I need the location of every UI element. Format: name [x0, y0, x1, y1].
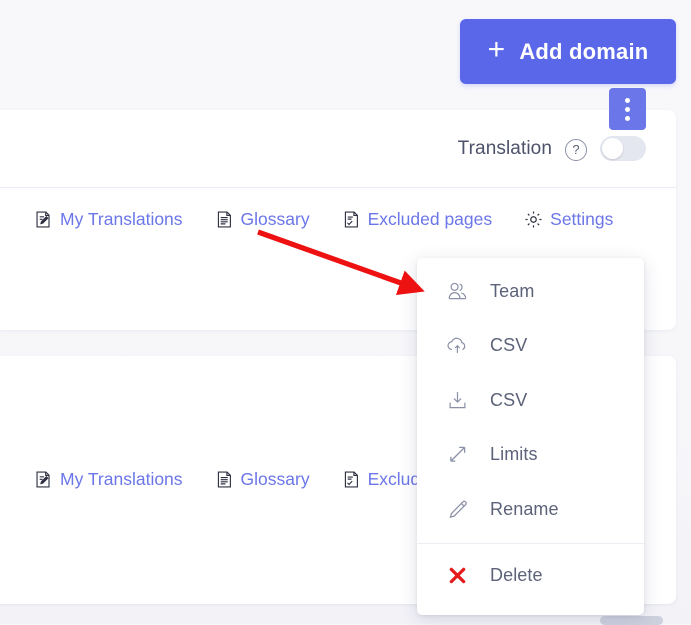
- menu-item-team[interactable]: Team: [417, 264, 644, 319]
- add-domain-button[interactable]: + Add domain: [460, 19, 676, 84]
- tab-glossary[interactable]: Glossary: [215, 209, 310, 230]
- translation-toggle[interactable]: [600, 136, 646, 161]
- context-dropdown-menu: Team CSV CSV Limits Rename Delete: [417, 258, 644, 615]
- dot-icon: [625, 97, 630, 103]
- document-lines-icon: [215, 210, 234, 229]
- tab-label: My Translations: [60, 208, 183, 229]
- menu-item-label: CSV: [490, 335, 528, 356]
- tab-label: Glossary: [240, 468, 310, 489]
- tab-my-translations[interactable]: My Translations: [34, 209, 183, 230]
- tab-my-translations[interactable]: My Translations: [34, 469, 183, 490]
- translation-row: Translation ?: [0, 110, 676, 188]
- tab-label: Settings: [550, 208, 614, 229]
- menu-item-delete[interactable]: Delete: [417, 549, 644, 604]
- tab-label: Glossary: [240, 208, 310, 229]
- tab-label: Excluded pages: [367, 208, 493, 229]
- more-options-button[interactable]: [609, 88, 646, 130]
- cloud-upload-icon: [444, 333, 470, 359]
- menu-item-label: Delete: [490, 565, 543, 586]
- people-icon: [444, 278, 470, 304]
- add-domain-label: Add domain: [519, 38, 649, 64]
- gear-icon: [524, 210, 543, 229]
- document-lines-icon: [215, 470, 234, 489]
- menu-item-limits[interactable]: Limits: [417, 428, 644, 483]
- menu-item-label: Rename: [490, 498, 559, 519]
- menu-item-export-csv[interactable]: CSV: [417, 373, 644, 428]
- menu-divider: [417, 542, 644, 544]
- help-icon[interactable]: ?: [565, 138, 587, 161]
- download-box-icon: [444, 387, 470, 413]
- document-pencil-icon: [34, 470, 53, 489]
- top-bar: + Add domain: [0, 0, 691, 110]
- page-root: + Add domain Translation ? My Translatio…: [0, 0, 691, 625]
- document-check-icon: [342, 470, 361, 489]
- pencil-icon: [444, 496, 470, 522]
- menu-item-label: CSV: [490, 389, 528, 410]
- dot-icon: [625, 115, 630, 121]
- menu-item-label: Team: [490, 280, 535, 301]
- tab-settings[interactable]: Settings: [524, 209, 613, 230]
- plus-icon: +: [487, 32, 506, 66]
- tabs-row-primary: My Translations Glossary Excluded pages …: [0, 188, 676, 250]
- dot-icon: [625, 106, 630, 112]
- menu-item-import-csv[interactable]: CSV: [417, 319, 644, 374]
- x-close-icon: [444, 563, 470, 589]
- menu-item-label: Limits: [490, 444, 538, 465]
- tab-glossary[interactable]: Glossary: [215, 469, 310, 490]
- document-pencil-icon: [34, 210, 53, 229]
- tab-excluded-pages[interactable]: Excluded pages: [342, 208, 493, 230]
- tab-label: My Translations: [60, 468, 183, 489]
- document-check-icon: [342, 210, 361, 229]
- expand-arrows-icon: [444, 442, 470, 468]
- toggle-knob: [602, 138, 623, 159]
- menu-item-rename[interactable]: Rename: [417, 482, 644, 537]
- translation-label: Translation: [457, 137, 552, 159]
